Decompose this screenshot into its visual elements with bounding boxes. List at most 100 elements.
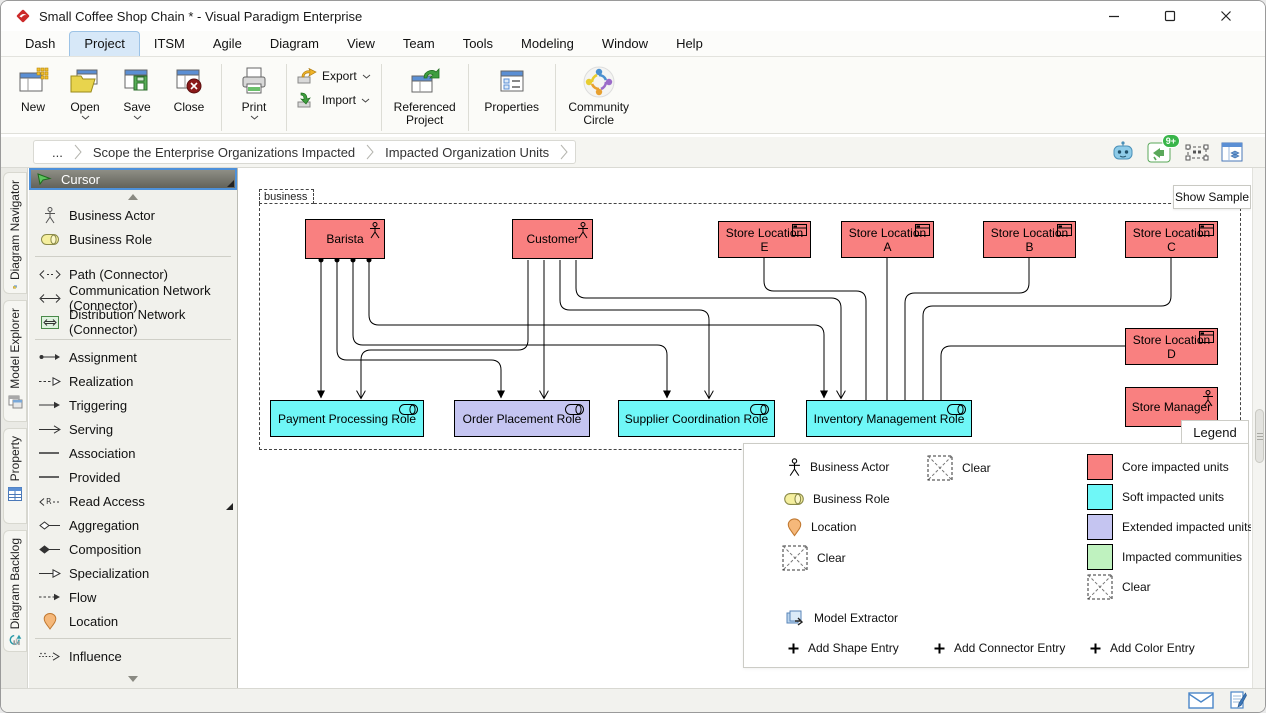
palette-item-distribution-network[interactable]: Distribution Network (Connector) [29,310,237,334]
diagram-canvas[interactable]: business [239,168,1251,688]
node-store-location-b[interactable]: Store Location B [983,221,1076,258]
menu-dash[interactable]: Dash [11,32,69,56]
legend-color-extended[interactable]: Extended impacted units [1087,514,1251,540]
legend-color-clear[interactable]: Clear [1087,574,1151,600]
legend-model-extractor[interactable]: Model Extractor [786,607,898,629]
maximize-button[interactable] [1155,5,1185,27]
connector-barista-supplier[interactable] [353,260,667,398]
tab-model-explorer[interactable]: Model Explorer [3,300,27,422]
legend-color-communities[interactable]: Impacted communities [1087,544,1242,570]
menu-project[interactable]: Project [69,31,139,56]
connector-store-e-inventory[interactable] [764,258,866,400]
legend-item-connector-clear[interactable]: Clear [927,454,991,482]
new-button[interactable]: New [7,62,59,114]
connector-store-d-inventory[interactable] [941,346,1125,400]
export-dropdown-icon[interactable] [362,74,371,79]
node-store-location-d[interactable]: Store Location D [1125,328,1218,365]
palette-item-business-actor[interactable]: Business Actor [29,203,237,227]
save-dropdown-icon[interactable] [133,115,142,120]
menu-diagram[interactable]: Diagram [256,32,333,56]
node-inventory-management-role[interactable]: Inventory Management Role [806,400,972,437]
palette-item-flow[interactable]: Flow [29,585,237,609]
add-connector-entry-button[interactable]: Add Connector Entry [934,638,1065,658]
connector-customer-supplier[interactable] [560,260,709,398]
node-customer[interactable]: Customer [512,219,593,259]
palette-item-aggregation[interactable]: Aggregation [29,513,237,537]
node-store-location-c[interactable]: Store Location C [1125,221,1218,258]
show-sample-button[interactable]: Show Sample [1173,185,1251,209]
referenced-project-button[interactable]: Referenced Project [388,62,462,127]
palette-item-composition[interactable]: Composition [29,537,237,561]
legend-item-business-actor[interactable]: Business Actor [788,454,889,480]
add-color-entry-button[interactable]: Add Color Entry [1090,638,1195,658]
legend-color-soft[interactable]: Soft impacted units [1087,484,1224,510]
legend-item-business-role[interactable]: Business Role [784,486,890,512]
scrollbar-thumb[interactable] [1255,409,1264,463]
working-notes-icon[interactable] [1230,691,1247,710]
tab-property[interactable]: Property [3,428,27,524]
open-dropdown-icon[interactable] [81,115,90,120]
menu-itsm[interactable]: ITSM [140,32,199,56]
node-store-location-a[interactable]: Store Location A [841,221,934,258]
print-dropdown-icon[interactable] [250,115,259,120]
legend-item-shape-clear[interactable]: Clear [782,544,846,572]
tab-diagram-navigator[interactable]: Diagram Navigator [3,172,27,294]
announcements-icon[interactable]: 9+ [1147,140,1173,164]
minimize-button[interactable] [1099,5,1129,27]
palette-item-serving[interactable]: Serving [29,417,237,441]
bot-assistant-icon[interactable] [1111,141,1135,163]
breadcrumb-scope[interactable]: Scope the Enterprise Organizations Impac… [85,145,363,160]
palette-item-location[interactable]: Location [29,609,237,633]
close-button[interactable] [1211,5,1241,27]
breadcrumb-impacted-units[interactable]: Impacted Organization Units [377,145,557,160]
menu-view[interactable]: View [333,32,389,56]
legend-color-core[interactable]: Core impacted units [1087,454,1229,480]
palette-item-provided[interactable]: Provided [29,465,237,489]
palette-item-assignment[interactable]: Assignment [29,345,237,369]
add-shape-entry-button[interactable]: Add Shape Entry [788,638,899,658]
properties-button[interactable]: Properties [475,62,549,114]
menu-window[interactable]: Window [588,32,662,56]
menu-agile[interactable]: Agile [199,32,256,56]
menu-modeling[interactable]: Modeling [507,32,588,56]
export-button[interactable]: Export [293,66,375,86]
print-button[interactable]: Print [228,62,280,120]
legend-item-location[interactable]: Location [787,514,856,540]
node-payment-processing-role[interactable]: Payment Processing Role [270,400,424,437]
palette-item-specialization[interactable]: Specialization [29,561,237,585]
tab-diagram-backlog[interactable]: Diagram Backlog [3,530,27,652]
messages-icon[interactable] [1188,692,1214,709]
palette-scroll-down[interactable] [29,672,237,685]
import-button[interactable]: Import [293,90,375,110]
node-order-placement-role[interactable]: Order Placement Role [454,400,590,437]
palette-item-business-role[interactable]: Business Role [29,227,237,251]
open-button[interactable]: Open [59,62,111,120]
community-circle-button[interactable]: Community Circle [562,62,636,127]
menu-help[interactable]: Help [662,32,717,56]
import-dropdown-icon[interactable] [361,98,370,103]
save-button[interactable]: Save [111,62,163,120]
breadcrumb-ellipsis[interactable]: ... [44,145,71,160]
clear-icon [927,455,953,481]
canvas-vertical-scrollbar[interactable] [1252,168,1265,688]
node-barista[interactable]: Barista [305,219,385,259]
node-store-location-e[interactable]: Store Location E [718,221,811,258]
connector-customer-payment[interactable] [361,260,528,398]
connector-barista-order[interactable] [337,260,501,398]
diagram-overview-icon[interactable] [1221,142,1243,162]
palette-item-read-access[interactable]: R Read Access [29,489,237,513]
palette-item-realization[interactable]: Realization [29,369,237,393]
palette-collapse-up[interactable] [29,190,237,203]
palette-item-triggering[interactable]: Triggering [29,393,237,417]
palette-item-influence[interactable]: Influence [29,644,237,668]
legend-title[interactable]: Legend [1181,420,1249,444]
connector-barista-inventory[interactable] [369,260,824,398]
menu-team[interactable]: Team [389,32,449,56]
palette-cursor[interactable]: Cursor [29,168,237,190]
palette-item-association[interactable]: Association [29,441,237,465]
fit-selection-icon[interactable] [1185,144,1209,161]
close-project-button[interactable]: Close [163,62,215,114]
node-supplier-coordination-role[interactable]: Supplier Coordination Role [618,400,775,437]
connector-store-b-inventory[interactable] [905,258,1029,400]
menu-tools[interactable]: Tools [449,32,507,56]
